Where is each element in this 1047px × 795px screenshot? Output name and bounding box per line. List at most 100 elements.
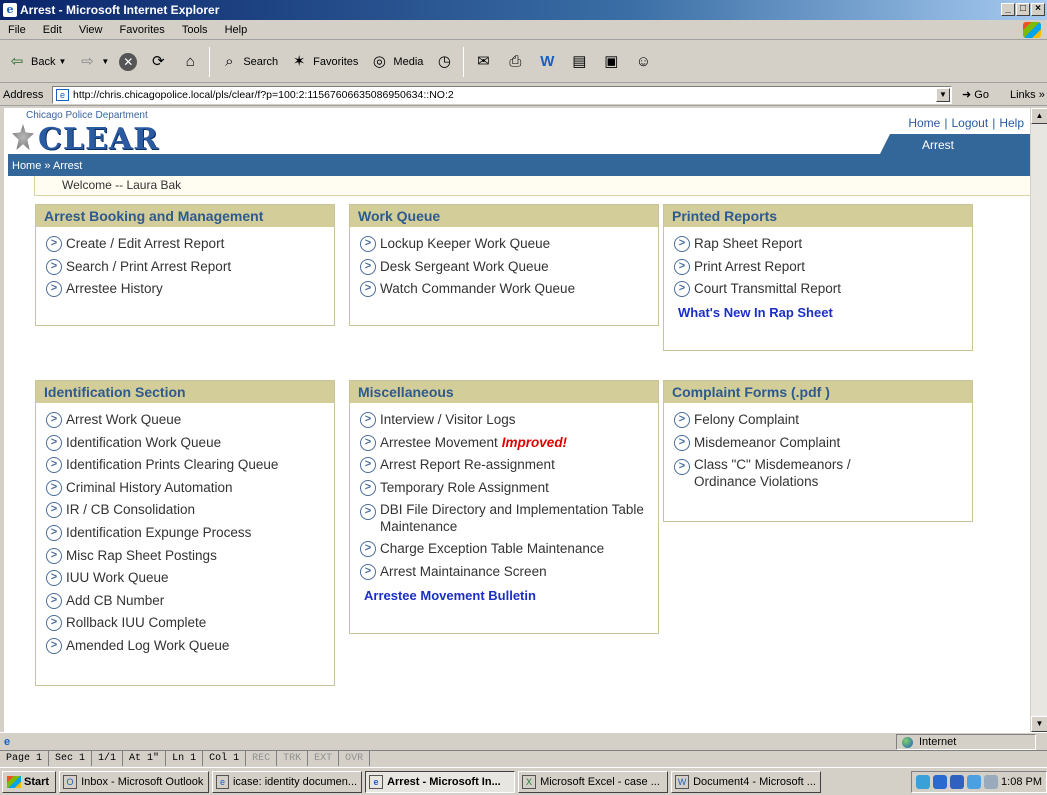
list-item[interactable]: > Add CB Number bbox=[46, 590, 334, 613]
tab-arrest-label[interactable]: Arrest bbox=[922, 138, 954, 152]
menu-link[interactable]: Charge Exception Table Maintenance bbox=[380, 538, 604, 561]
menu-link[interactable]: Print Arrest Report bbox=[694, 256, 805, 279]
breadcrumb[interactable]: Home » Arrest bbox=[12, 160, 82, 172]
list-item[interactable]: > Misdemeanor Complaint bbox=[674, 432, 972, 455]
menu-link[interactable]: Arrest Report Re-assignment bbox=[380, 454, 555, 477]
list-item[interactable]: > Rollback IUU Complete bbox=[46, 612, 334, 635]
menu-link[interactable]: Rollback IUU Complete bbox=[66, 612, 206, 635]
list-item[interactable]: > Create / Edit Arrest Report bbox=[46, 233, 334, 256]
list-item[interactable]: > Arrestee History bbox=[46, 278, 334, 301]
tray-icon[interactable] bbox=[984, 774, 999, 789]
menu-link[interactable]: Create / Edit Arrest Report bbox=[66, 233, 224, 256]
menu-link[interactable]: IUU Work Queue bbox=[66, 567, 169, 590]
menu-edit[interactable]: Edit bbox=[43, 24, 62, 36]
list-item[interactable]: > Watch Commander Work Queue bbox=[360, 278, 658, 301]
menu-link[interactable]: Misdemeanor Complaint bbox=[694, 432, 840, 455]
list-item[interactable]: > Arrest Maintainance Screen bbox=[360, 561, 658, 584]
maximize-button[interactable]: □ bbox=[1016, 3, 1030, 16]
menu-link[interactable]: Arrest Work Queue bbox=[66, 409, 181, 432]
menu-link[interactable]: Arrestee History bbox=[66, 278, 163, 301]
list-item[interactable]: > Temporary Role Assignment bbox=[360, 477, 658, 500]
menu-link[interactable]: Identification Work Queue bbox=[66, 432, 221, 455]
address-input[interactable]: e http://chris.chicagopolice.local/pls/c… bbox=[52, 86, 952, 104]
links-button[interactable]: Links » bbox=[1010, 84, 1045, 106]
task-outlook[interactable]: O Inbox - Microsoft Outlook bbox=[59, 770, 210, 793]
back-button[interactable]: ⇦ Back ▼ bbox=[4, 47, 68, 77]
refresh-button[interactable]: ⟳ bbox=[145, 47, 171, 77]
task-arrest-ie[interactable]: e Arrest - Microsoft In... bbox=[365, 770, 516, 793]
menu-link[interactable]: Search / Print Arrest Report bbox=[66, 256, 231, 279]
tray-icon[interactable] bbox=[916, 774, 931, 789]
menu-link[interactable]: Misc Rap Sheet Postings bbox=[66, 545, 217, 568]
media-button[interactable]: ◎ Media bbox=[366, 47, 425, 77]
menu-link[interactable]: Rap Sheet Report bbox=[694, 233, 802, 256]
menu-link[interactable]: Arrest Maintainance Screen bbox=[380, 561, 547, 584]
stop-button[interactable]: ✕ bbox=[117, 47, 139, 77]
list-item[interactable]: > Class "C" Misdemeanors / Ordinance Viol… bbox=[674, 454, 972, 493]
menu-link[interactable]: Felony Complaint bbox=[694, 409, 799, 432]
menu-help[interactable]: Help bbox=[225, 24, 248, 36]
menu-file[interactable]: File bbox=[8, 24, 26, 36]
list-item[interactable]: > Interview / Visitor Logs bbox=[360, 409, 658, 432]
search-button[interactable]: ⌕ Search bbox=[216, 47, 280, 77]
task-icase[interactable]: e icase: identity documen... bbox=[212, 770, 363, 793]
discuss-button[interactable]: ▤ bbox=[566, 47, 592, 77]
tray-icon[interactable] bbox=[950, 774, 965, 789]
list-item[interactable]: > Rap Sheet Report bbox=[674, 233, 972, 256]
list-item[interactable]: > Charge Exception Table Maintenance bbox=[360, 538, 658, 561]
list-item[interactable]: > Felony Complaint bbox=[674, 409, 972, 432]
favorites-button[interactable]: ✶ Favorites bbox=[286, 47, 360, 77]
list-item[interactable]: > IR / CB Consolidation bbox=[46, 499, 334, 522]
go-button[interactable]: ➜ Go bbox=[962, 84, 989, 106]
menu-link[interactable]: DBI File Directory and Implementation Ta… bbox=[380, 501, 650, 535]
menu-link[interactable]: Identification Prints Clearing Queue bbox=[66, 454, 278, 477]
start-button[interactable]: Start bbox=[2, 770, 57, 793]
tray-icon[interactable] bbox=[933, 774, 948, 789]
menu-link[interactable]: Add CB Number bbox=[66, 590, 164, 613]
whats-new-link[interactable]: What's New In Rap Sheet bbox=[664, 301, 972, 320]
list-item[interactable]: > Misc Rap Sheet Postings bbox=[46, 545, 334, 568]
logout-link[interactable]: Logout bbox=[951, 116, 988, 130]
list-item[interactable]: > Arrestee Movement Improved! bbox=[360, 432, 658, 455]
list-item[interactable]: > Identification Work Queue bbox=[46, 432, 334, 455]
list-item[interactable]: > Criminal History Automation bbox=[46, 477, 334, 500]
forward-button[interactable]: ⇨ ▼ bbox=[74, 47, 111, 77]
history-button[interactable]: ◷ bbox=[431, 47, 457, 77]
vertical-scrollbar[interactable]: ▲ ▼ bbox=[1030, 108, 1047, 732]
menu-link[interactable]: Desk Sergeant Work Queue bbox=[380, 256, 549, 279]
list-item[interactable]: > Identification Expunge Process bbox=[46, 522, 334, 545]
home-link[interactable]: Home bbox=[908, 116, 940, 130]
menu-link[interactable]: Watch Commander Work Queue bbox=[380, 278, 575, 301]
menu-link[interactable]: Temporary Role Assignment bbox=[380, 477, 549, 500]
list-item[interactable]: > Identification Prints Clearing Queue bbox=[46, 454, 334, 477]
scroll-up-icon[interactable]: ▲ bbox=[1031, 108, 1047, 124]
mail-button[interactable]: ✉ bbox=[470, 47, 496, 77]
list-item[interactable]: > Search / Print Arrest Report bbox=[46, 256, 334, 279]
menu-tools[interactable]: Tools bbox=[182, 24, 208, 36]
list-item[interactable]: > Arrest Work Queue bbox=[46, 409, 334, 432]
chevron-down-icon[interactable]: ▼ bbox=[936, 88, 950, 102]
menu-view[interactable]: View bbox=[79, 24, 103, 36]
task-word[interactable]: W Document4 - Microsoft ... bbox=[671, 770, 822, 793]
help-link[interactable]: Help bbox=[999, 116, 1024, 130]
scroll-down-icon[interactable]: ▼ bbox=[1031, 716, 1047, 732]
menu-link[interactable]: Identification Expunge Process bbox=[66, 522, 251, 545]
edit-button[interactable]: W bbox=[534, 47, 560, 77]
list-item[interactable]: > DBI File Directory and Implementation T… bbox=[360, 499, 658, 538]
menu-link[interactable]: Criminal History Automation bbox=[66, 477, 233, 500]
tray-icon[interactable] bbox=[967, 774, 982, 789]
messenger-button[interactable]: ☺ bbox=[630, 47, 656, 77]
menu-link[interactable]: Amended Log Work Queue bbox=[66, 635, 229, 658]
print-button[interactable]: ⎙ bbox=[502, 47, 528, 77]
menu-link[interactable]: Arrestee Movement bbox=[380, 432, 498, 455]
menu-link[interactable]: Interview / Visitor Logs bbox=[380, 409, 516, 432]
menu-link[interactable]: Lockup Keeper Work Queue bbox=[380, 233, 550, 256]
menu-link[interactable]: IR / CB Consolidation bbox=[66, 499, 195, 522]
list-item[interactable]: > Court Transmittal Report bbox=[674, 278, 972, 301]
list-item[interactable]: > Amended Log Work Queue bbox=[46, 635, 334, 658]
arrestee-movement-bulletin-link[interactable]: Arrestee Movement Bulletin bbox=[350, 584, 658, 603]
list-item[interactable]: > Desk Sergeant Work Queue bbox=[360, 256, 658, 279]
list-item[interactable]: > Print Arrest Report bbox=[674, 256, 972, 279]
home-button[interactable]: ⌂ bbox=[177, 47, 203, 77]
menu-link[interactable]: Class "C" Misdemeanors / Ordinance Viola… bbox=[694, 456, 914, 490]
